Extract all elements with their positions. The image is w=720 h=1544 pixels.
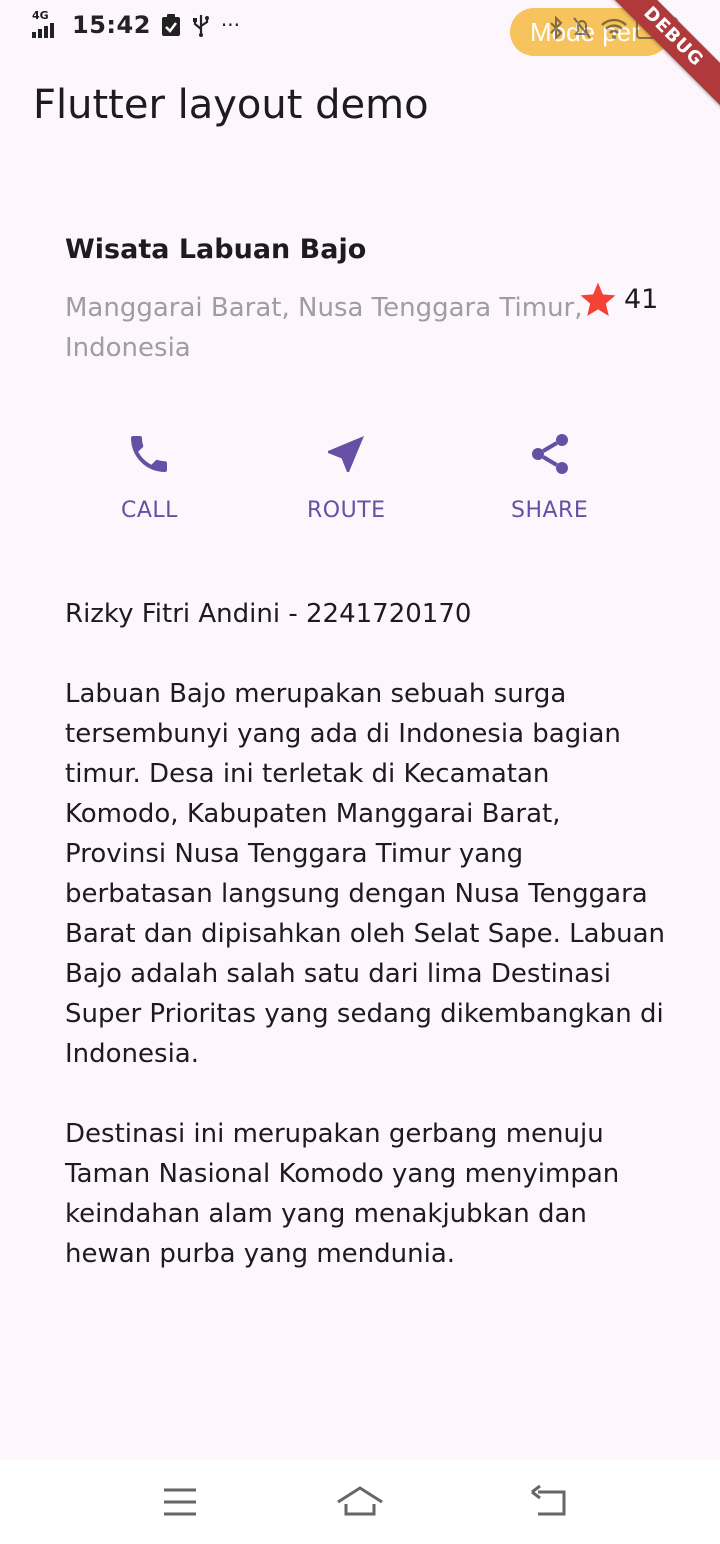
route-button[interactable]: ROUTE [307,430,386,523]
app-bar-title: Flutter layout demo [33,82,429,128]
place-title: Wisata Labuan Bajo [65,234,367,265]
menu-button[interactable] [150,1480,210,1524]
wifi-icon [601,18,627,39]
share-button[interactable]: SHARE [511,430,588,523]
bluetooth-icon [550,16,563,40]
star-icon [580,282,616,316]
network-type: 4G [32,9,49,22]
near-me-icon [328,436,365,472]
call-button[interactable]: CALL [121,430,178,523]
usb-icon [192,15,209,37]
status-bar: 4G 15:42 ··· Mode per DEBUG [0,0,720,115]
back-icon [531,1484,566,1516]
description-paragraph-1: Labuan Bajo merupakan sebuah surga terse… [65,679,665,1069]
description-paragraph-2: Destinasi ini merupakan gerbang menuju T… [65,1119,620,1269]
place-location: Manggarai Barat, Nusa Tenggara Timur, In… [65,293,583,363]
route-label: ROUTE [307,498,386,523]
home-icon [337,1486,383,1516]
clipboard-check-icon [161,14,180,36]
back-button[interactable] [520,1480,580,1524]
rating-count: 41 [624,284,659,315]
bell-off-icon [573,17,591,39]
author-line: Rizky Fitri Andini - 2241720170 [65,599,472,629]
home-button[interactable] [330,1480,390,1524]
clock: 15:42 [72,11,151,39]
share-label: SHARE [511,498,589,523]
phone-icon [131,436,168,472]
call-label: CALL [121,498,178,523]
more-notifications-icon: ··· [220,13,240,37]
network-signal-icon: 4G [32,10,62,40]
status-left: 4G 15:42 ··· [32,10,240,40]
description-section: Rizky Fitri Andini - 2241720170 Labuan B… [65,594,665,1314]
menu-icon [164,1488,196,1516]
share-icon [531,434,568,474]
system-nav-bar [0,1460,720,1544]
